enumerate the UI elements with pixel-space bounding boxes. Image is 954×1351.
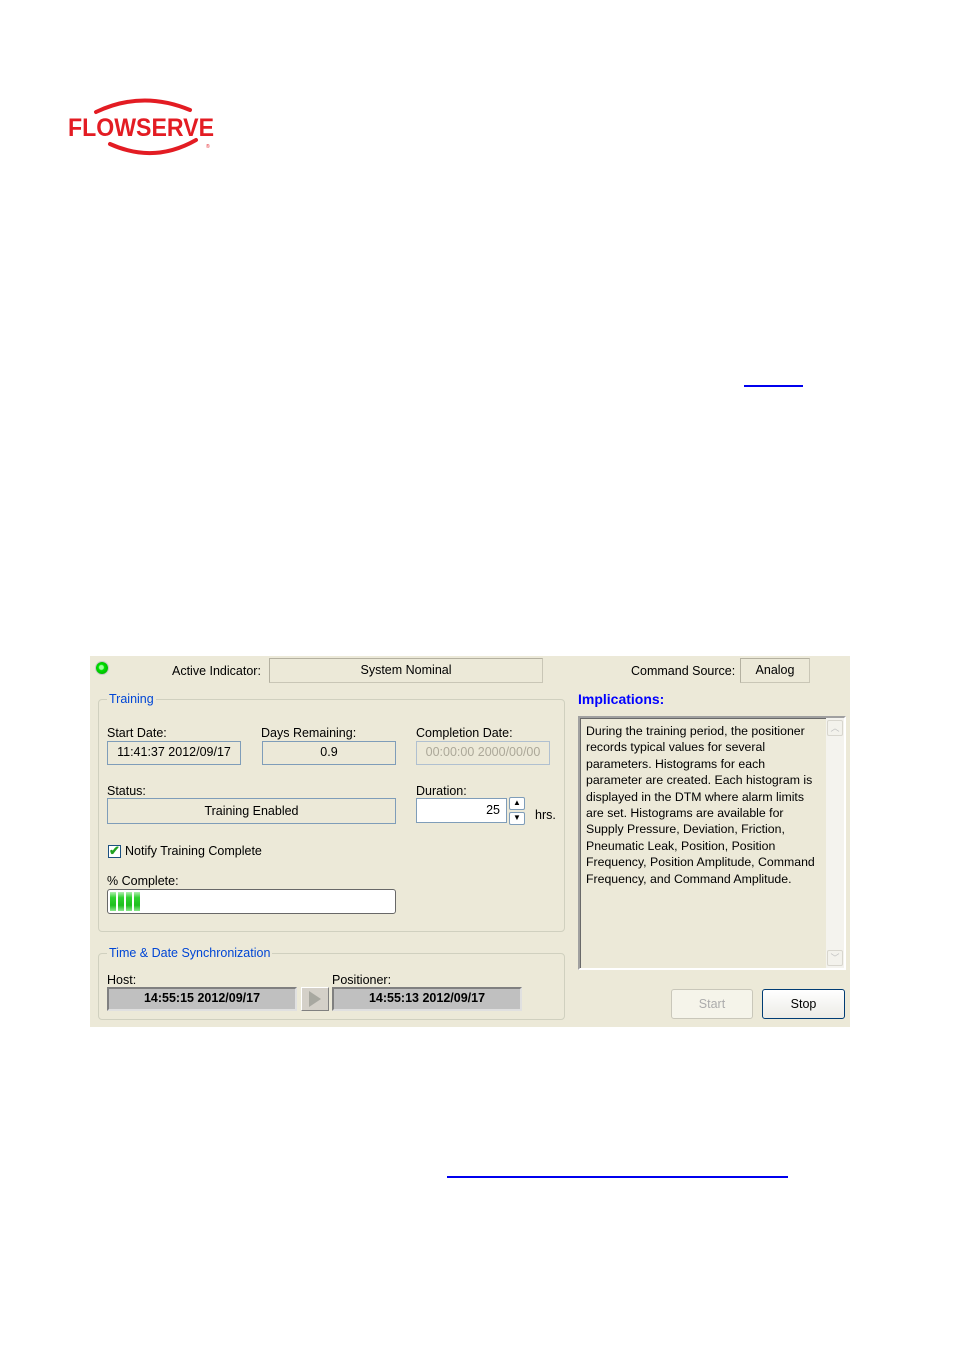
inline-link-2[interactable] [447, 1176, 788, 1178]
progress-segment [118, 892, 124, 911]
active-indicator-label: Active Indicator: [172, 664, 261, 678]
flowserve-logo: FLOWSERVE ® [66, 98, 218, 156]
duration-down-button[interactable]: ▼ [509, 812, 525, 825]
stop-button[interactable]: Stop [762, 989, 845, 1019]
command-source-field: Analog [740, 658, 810, 683]
implications-textbox: During the training period, the position… [578, 716, 846, 970]
duration-spinner: ▲ ▼ [509, 797, 525, 825]
host-label: Host: [107, 973, 137, 987]
checkmark-icon: ✔ [109, 843, 120, 858]
days-remaining-field: 0.9 [262, 741, 396, 765]
notify-training-checkbox[interactable]: ✔ [108, 843, 121, 858]
sync-legend: Time & Date Synchronization [109, 946, 271, 960]
start-date-label: Start Date: [107, 726, 167, 740]
svg-text:®: ® [206, 143, 210, 150]
host-time-field: 14:55:15 2012/09/17 [107, 987, 297, 1011]
implications-title: Implications: [578, 691, 665, 707]
inline-link-1[interactable] [744, 385, 803, 387]
positioner-time-field: 14:55:13 2012/09/17 [332, 987, 522, 1011]
percent-complete-label: % Complete: [107, 874, 179, 888]
positioner-label: Positioner: [332, 973, 392, 987]
duration-up-button[interactable]: ▲ [509, 797, 525, 810]
percent-complete-progress [107, 889, 396, 914]
notify-training-label[interactable]: Notify Training Complete [125, 844, 262, 858]
progress-segment [110, 892, 116, 911]
progress-segment [134, 892, 140, 911]
completion-date-label: Completion Date: [416, 726, 513, 740]
command-source-label: Command Source: [631, 664, 736, 678]
implications-text: During the training period, the position… [586, 724, 815, 886]
training-panel: Active Indicator: System Nominal Command… [90, 656, 850, 1027]
duration-input[interactable]: 25 [416, 798, 507, 823]
status-field: Training Enabled [107, 798, 396, 824]
progress-segment [126, 892, 132, 911]
days-remaining-label: Days Remaining: [261, 726, 357, 740]
implications-scrollbar[interactable]: ︿ ﹀ [826, 718, 844, 968]
progress-fill [110, 892, 393, 911]
status-label: Status: [107, 784, 146, 798]
flowserve-logo-icon: FLOWSERVE ® [68, 98, 214, 155]
completion-date-field: 00:00:00 2000/00/00 [416, 741, 550, 765]
duration-unit: hrs. [535, 808, 556, 822]
training-legend: Training [109, 692, 154, 706]
sync-time-button[interactable] [301, 987, 329, 1011]
scroll-down-icon[interactable]: ﹀ [827, 950, 843, 966]
duration-label: Duration: [416, 784, 467, 798]
start-date-field: 11:41:37 2012/09/17 [107, 741, 241, 765]
active-indicator-field: System Nominal [269, 658, 543, 683]
start-button[interactable]: Start [671, 989, 753, 1019]
logo-text: FLOWSERVE [68, 114, 214, 142]
scroll-up-icon[interactable]: ︿ [827, 720, 843, 736]
status-led-icon [96, 662, 108, 674]
play-arrow-icon [309, 991, 321, 1007]
